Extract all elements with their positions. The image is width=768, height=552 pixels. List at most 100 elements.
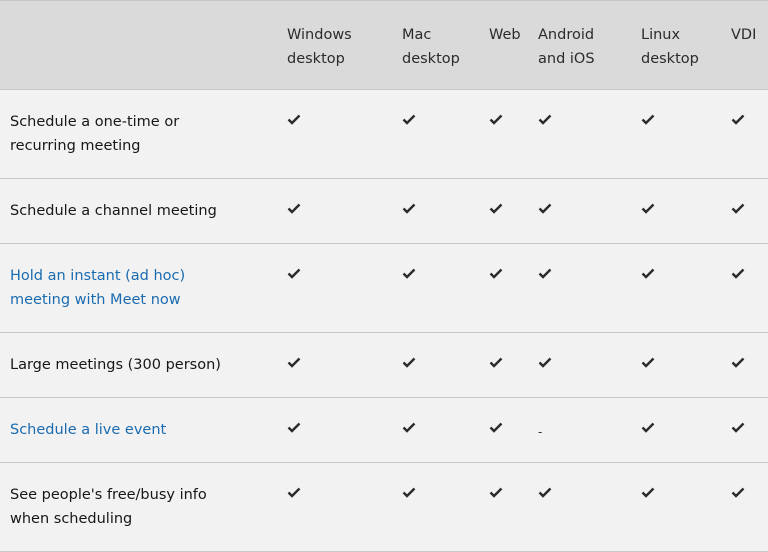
checkmark-icon: [287, 114, 402, 125]
checkmark-icon: [731, 203, 768, 214]
support-cell-android-and-ios: -: [538, 398, 641, 463]
column-header-text: Mac: [402, 27, 432, 43]
checkmark-icon: [402, 422, 489, 433]
column-header-text: and iOS: [538, 51, 595, 67]
checkmark-icon: [402, 203, 489, 214]
column-header-web: Web: [489, 0, 538, 90]
support-cell-linux-desktop: [641, 333, 731, 398]
checkmark-icon: [641, 357, 731, 368]
support-cell-vdi: [731, 244, 768, 333]
feature-support-table: Windows desktop Mac desktop Web Android and iO…: [0, 0, 768, 552]
table-body: Schedule a one-time or recurring meeting…: [0, 89, 768, 552]
checkmark-icon: [731, 357, 768, 368]
column-header-text: Linux: [641, 27, 681, 43]
column-header-feature: [0, 0, 287, 90]
support-cell-vdi: [731, 398, 768, 463]
column-header-mac-desktop: Mac desktop: [402, 0, 489, 90]
support-cell-windows-desktop: [287, 90, 402, 179]
checkmark-icon: [402, 357, 489, 368]
support-cell-vdi: [731, 463, 768, 552]
support-cell-web: [489, 463, 538, 552]
support-cell-windows-desktop: [287, 333, 402, 398]
checkmark-icon: [538, 268, 641, 279]
table-header-row: Windows desktop Mac desktop Web Android and iO…: [0, 0, 768, 90]
feature-cell: See people's free/busy info when schedul…: [0, 463, 287, 552]
support-cell-mac-desktop: [402, 463, 489, 552]
support-cell-web: [489, 398, 538, 463]
support-cell-windows-desktop: [287, 398, 402, 463]
feature-cell: Schedule a one-time or recurring meeting: [0, 90, 287, 179]
checkmark-icon: [731, 422, 768, 433]
column-header-text: Windows: [287, 27, 352, 43]
support-cell-web: [489, 244, 538, 333]
feature-name: Schedule a one-time or recurring meeting: [10, 114, 180, 154]
support-cell-windows-desktop: [287, 179, 402, 244]
feature-name: Schedule a channel meeting: [10, 203, 217, 219]
column-header-vdi: VDI: [731, 0, 768, 90]
feature-name: Large meetings (300 person): [10, 357, 221, 373]
support-cell-mac-desktop: [402, 333, 489, 398]
support-cell-linux-desktop: [641, 463, 731, 552]
table-row: Schedule a one-time or recurring meeting: [0, 89, 768, 179]
support-cell-linux-desktop: [641, 244, 731, 333]
feature-link[interactable]: Hold an instant (ad hoc) meeting with Me…: [10, 268, 185, 308]
support-cell-vdi: [731, 333, 768, 398]
checkmark-icon: [287, 487, 402, 498]
support-cell-windows-desktop: [287, 244, 402, 333]
support-cell-vdi: [731, 179, 768, 244]
column-header-text: desktop: [287, 51, 345, 67]
not-supported-dash: -: [538, 425, 543, 439]
checkmark-icon: [538, 487, 641, 498]
checkmark-icon: [402, 268, 489, 279]
checkmark-icon: [489, 357, 538, 368]
column-header-linux-desktop: Linux desktop: [641, 0, 731, 90]
support-cell-android-and-ios: [538, 463, 641, 552]
support-cell-mac-desktop: [402, 244, 489, 333]
checkmark-icon: [402, 487, 489, 498]
support-cell-android-and-ios: [538, 244, 641, 333]
checkmark-icon: [489, 487, 538, 498]
checkmark-icon: [287, 203, 402, 214]
support-cell-android-and-ios: [538, 333, 641, 398]
support-cell-mac-desktop: [402, 90, 489, 179]
support-cell-android-and-ios: [538, 179, 641, 244]
checkmark-icon: [538, 114, 641, 125]
column-header-text: Web: [489, 27, 521, 43]
column-header-text: desktop: [402, 51, 460, 67]
column-header-android-and-ios: Android and iOS: [538, 0, 641, 90]
feature-cell: Schedule a live event: [0, 398, 287, 463]
table-row: See people's free/busy info when schedul…: [0, 462, 768, 552]
support-cell-vdi: [731, 90, 768, 179]
support-cell-mac-desktop: [402, 398, 489, 463]
checkmark-icon: [538, 203, 641, 214]
checkmark-icon: [641, 268, 731, 279]
column-header-text: Android: [538, 27, 595, 43]
checkmark-icon: [489, 268, 538, 279]
checkmark-icon: [641, 487, 731, 498]
support-cell-linux-desktop: [641, 179, 731, 244]
support-cell-web: [489, 333, 538, 398]
checkmark-icon: [402, 114, 489, 125]
feature-cell: Hold an instant (ad hoc) meeting with Me…: [0, 244, 287, 333]
checkmark-icon: [641, 422, 731, 433]
checkmark-icon: [641, 203, 731, 214]
column-header-text: desktop: [641, 51, 699, 67]
support-cell-linux-desktop: [641, 398, 731, 463]
table-row: Schedule a channel meeting: [0, 178, 768, 244]
column-header-windows-desktop: Windows desktop: [287, 0, 402, 90]
table-row: Hold an instant (ad hoc) meeting with Me…: [0, 243, 768, 333]
checkmark-icon: [731, 114, 768, 125]
checkmark-icon: [641, 114, 731, 125]
column-header-text: VDI: [731, 27, 757, 43]
checkmark-icon: [287, 268, 402, 279]
checkmark-icon: [489, 114, 538, 125]
feature-name: See people's free/busy info when schedul…: [10, 487, 207, 527]
checkmark-icon: [489, 203, 538, 214]
feature-link[interactable]: Schedule a live event: [10, 422, 166, 438]
support-cell-web: [489, 179, 538, 244]
checkmark-icon: [287, 357, 402, 368]
support-cell-android-and-ios: [538, 90, 641, 179]
support-cell-linux-desktop: [641, 90, 731, 179]
support-cell-web: [489, 90, 538, 179]
support-cell-mac-desktop: [402, 179, 489, 244]
